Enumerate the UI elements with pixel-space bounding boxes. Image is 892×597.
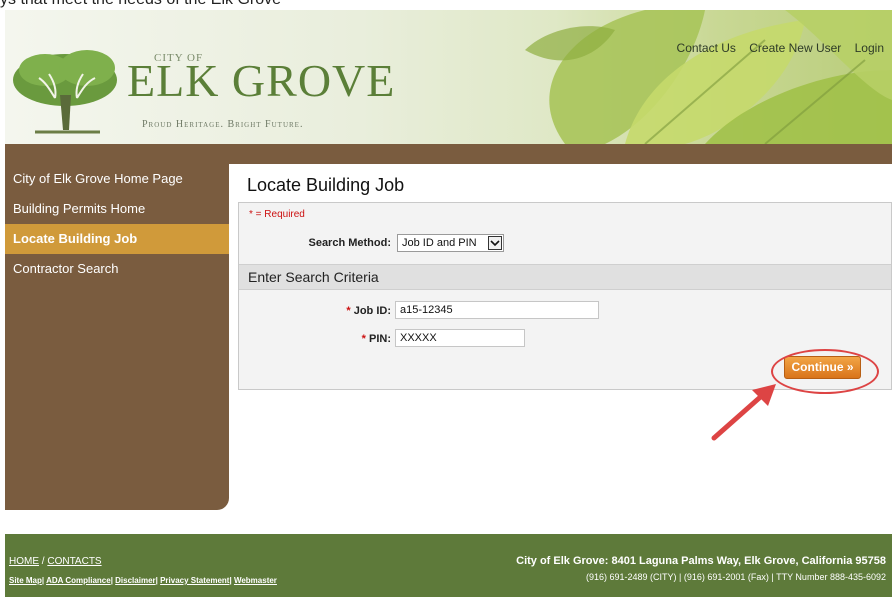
required-star: * (361, 333, 369, 345)
sidebar-item-locate-building-job[interactable]: Locate Building Job (5, 224, 229, 254)
job-id-input[interactable]: a15-12345 (395, 301, 599, 319)
footer-privacy-link[interactable]: Privacy Statement (160, 576, 229, 585)
pin-label: * PIN: (319, 333, 391, 345)
top-links: Contact Us Create New User Login (667, 41, 884, 55)
search-method-value: Job ID and PIN (402, 237, 477, 249)
footer-home-link[interactable]: HOME (9, 556, 39, 567)
search-method-select[interactable]: Job ID and PIN (397, 234, 504, 252)
footer-phones: (916) 691-2489 (CITY) | (916) 691-2001 (… (586, 572, 886, 582)
footer-address: City of Elk Grove: 8401 Laguna Palms Way… (516, 555, 886, 567)
search-method-label: Search Method: (308, 237, 391, 249)
required-star: * (346, 305, 354, 317)
footer-links: Site Map| ADA Compliance| Disclaimer| Pr… (9, 576, 277, 585)
sidebar-nav: City of Elk Grove Home Page Building Per… (5, 164, 229, 284)
logo-name: Elk Grove (127, 55, 396, 106)
cut-off-text: ys that meet the needs of the Elk Grove (0, 0, 281, 9)
footer-disclaimer-link[interactable]: Disclaimer (115, 576, 155, 585)
section-header: Enter Search Criteria (239, 264, 891, 290)
sidebar-item-building-permits[interactable]: Building Permits Home (5, 194, 229, 224)
pin-input[interactable]: XXXXX (395, 329, 525, 347)
create-new-user-link[interactable]: Create New User (749, 41, 841, 55)
footer-site-map-link[interactable]: Site Map (9, 576, 42, 585)
job-id-value: a15-12345 (400, 304, 453, 316)
sidebar-item-home-page[interactable]: City of Elk Grove Home Page (5, 164, 229, 194)
chevron-down-icon[interactable] (488, 236, 502, 250)
top-cut-off-text: ys that meet the needs of the Elk Grove (0, 0, 892, 10)
site-header: City of Elk Grove Proud Heritage. Bright… (5, 10, 892, 144)
pin-label-text: PIN: (369, 333, 391, 345)
footer-nav: HOME / CONTACTS (9, 556, 102, 567)
site-footer: HOME / CONTACTS Site Map| ADA Compliance… (5, 534, 892, 597)
page-title: Locate Building Job (247, 175, 405, 195)
section-header-text: Enter Search Criteria (248, 269, 379, 285)
contact-us-link[interactable]: Contact Us (677, 41, 736, 55)
pin-value: XXXXX (400, 332, 437, 344)
footer-separator: / (41, 556, 45, 567)
footer-ada-link[interactable]: ADA Compliance (46, 576, 111, 585)
logo-tagline: Proud Heritage. Bright Future. (142, 119, 304, 130)
required-note: * = Required (249, 209, 305, 220)
sidebar-item-contractor-search[interactable]: Contractor Search (5, 254, 229, 284)
job-id-label: * Job ID: (319, 305, 391, 317)
footer-contacts-link[interactable]: CONTACTS (47, 556, 101, 567)
footer-webmaster-link[interactable]: Webmaster (234, 576, 277, 585)
job-id-label-text: Job ID: (353, 305, 391, 317)
sidebar: City of Elk Grove Home Page Building Per… (5, 144, 229, 510)
annotation-arrow-icon (711, 384, 776, 441)
login-link[interactable]: Login (855, 41, 884, 55)
